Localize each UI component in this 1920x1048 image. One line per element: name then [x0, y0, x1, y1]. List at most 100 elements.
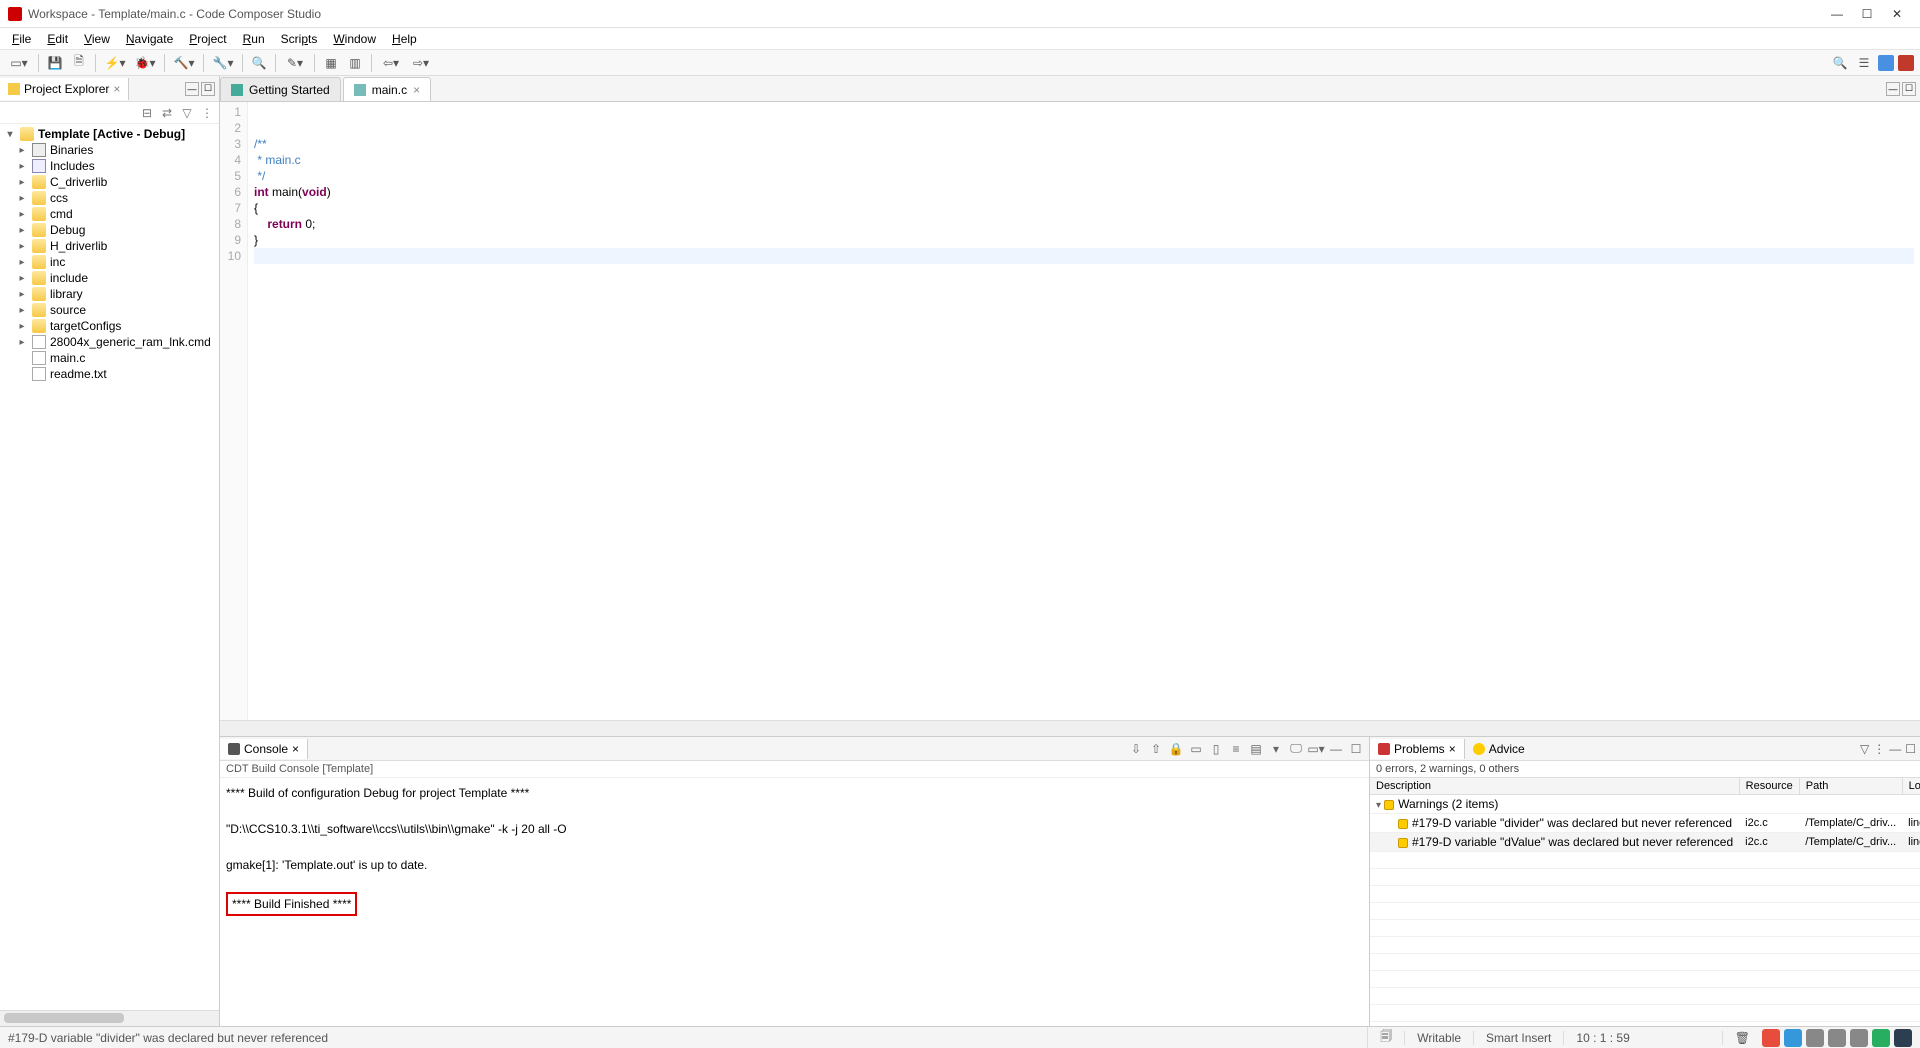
maximize-button[interactable]: ☐ — [1852, 3, 1882, 25]
tree-item[interactable]: ▸cmd — [0, 206, 219, 222]
save-button[interactable]: 💾 — [44, 52, 66, 74]
scroll-lock-icon[interactable]: ▯ — [1207, 740, 1225, 758]
chevron-right-icon[interactable]: ▸ — [16, 193, 28, 204]
ime-tool-icon[interactable] — [1850, 1029, 1868, 1047]
flash-button[interactable]: ⚡▾ — [101, 52, 129, 74]
menu-project[interactable]: Project — [181, 30, 234, 48]
ime-tool-icon[interactable] — [1894, 1029, 1912, 1047]
tools-button[interactable]: 🔧▾ — [209, 52, 237, 74]
ime-lang-icon[interactable] — [1784, 1029, 1802, 1047]
status-icon[interactable]: 🗐 — [1367, 1027, 1404, 1048]
pin-icon[interactable]: ⇩ — [1127, 740, 1145, 758]
display-icon[interactable]: 🖵 — [1287, 740, 1305, 758]
console-tab[interactable]: Console × — [220, 739, 308, 759]
code-content[interactable]: /** * main.c */int main(void){ return 0;… — [248, 102, 1920, 720]
clear-icon[interactable]: ▭ — [1187, 740, 1205, 758]
chevron-right-icon[interactable]: ▸ — [16, 337, 28, 348]
chevron-right-icon[interactable]: ▸ — [16, 209, 28, 220]
minimize-view-icon[interactable]: — — [185, 82, 199, 96]
close-icon[interactable]: × — [292, 742, 299, 756]
tree-item[interactable]: ▸readme.txt — [0, 366, 219, 382]
ime-tool-icon[interactable] — [1806, 1029, 1824, 1047]
ccs-debug-perspective-icon[interactable] — [1898, 55, 1914, 71]
tree-root[interactable]: ▾ Template [Active - Debug] — [0, 126, 219, 142]
open-perspective-icon[interactable]: ☰ — [1853, 52, 1875, 74]
maximize-view-icon[interactable]: ☐ — [201, 82, 215, 96]
menu-window[interactable]: Window — [325, 30, 384, 48]
chevron-right-icon[interactable]: ▸ — [16, 257, 28, 268]
explorer-hscroll[interactable] — [0, 1010, 219, 1026]
toggle2-button[interactable]: ▥ — [344, 52, 366, 74]
tab-main-c[interactable]: main.c × — [343, 77, 431, 101]
toggle1-button[interactable]: ▦ — [320, 52, 342, 74]
filter-icon[interactable]: ▽ — [179, 105, 195, 121]
minimize-view-icon[interactable]: — — [1889, 742, 1901, 756]
chevron-right-icon[interactable]: ▸ — [16, 225, 28, 236]
close-icon[interactable]: × — [113, 82, 120, 96]
close-icon[interactable]: × — [1449, 742, 1456, 756]
tree-item[interactable]: ▸ccs — [0, 190, 219, 206]
menu-edit[interactable]: Edit — [39, 30, 76, 48]
explorer-tab[interactable]: Project Explorer × — [0, 78, 129, 100]
chevron-down-icon[interactable]: ▾ — [4, 129, 16, 140]
debug-button[interactable]: 🐞▾ — [131, 52, 159, 74]
view-menu-icon[interactable]: ⋮ — [199, 105, 215, 121]
tree-item[interactable]: ▸28004x_generic_ram_lnk.cmd — [0, 334, 219, 350]
new-button[interactable]: ▭▾ — [5, 52, 33, 74]
tree-item[interactable]: ▸Debug — [0, 222, 219, 238]
ime-icon[interactable] — [1762, 1029, 1780, 1047]
tree-item[interactable]: ▸Binaries — [0, 142, 219, 158]
save-all-button[interactable]: 🗎 — [68, 52, 90, 74]
maximize-view-icon[interactable]: ☐ — [1347, 740, 1365, 758]
menu-navigate[interactable]: Navigate — [118, 30, 181, 48]
maximize-view-icon[interactable]: ☐ — [1905, 742, 1916, 756]
chevron-right-icon[interactable]: ▸ — [16, 273, 28, 284]
menu-file[interactable]: File — [4, 30, 39, 48]
chevron-right-icon[interactable]: ▸ — [16, 321, 28, 332]
col-resource[interactable]: Resource — [1739, 778, 1799, 795]
collapse-all-icon[interactable]: ⊟ — [139, 105, 155, 121]
problem-row[interactable]: #179-D variable "divider" was declared b… — [1370, 814, 1920, 833]
minimize-button[interactable]: — — [1822, 3, 1852, 25]
problems-tab[interactable]: Problems × — [1370, 739, 1465, 759]
tree-item[interactable]: ▸main.c — [0, 350, 219, 366]
tab-getting-started[interactable]: Getting Started — [220, 77, 341, 101]
minimize-editor-icon[interactable]: — — [1886, 82, 1900, 96]
quick-access-icon[interactable]: 🔍 — [1829, 52, 1851, 74]
tree-item[interactable]: ▸H_driverlib — [0, 238, 219, 254]
chevron-right-icon[interactable]: ▸ — [16, 305, 28, 316]
ime-tool-icon[interactable] — [1872, 1029, 1890, 1047]
col-location[interactable]: Location — [1902, 778, 1920, 795]
close-button[interactable]: ✕ — [1882, 3, 1912, 25]
maximize-editor-icon[interactable]: ☐ — [1902, 82, 1916, 96]
editor-body[interactable]: 1 2 3 4 5 6 7 8 9 10 /** * main.c */int … — [220, 102, 1920, 720]
new-console-icon[interactable]: ▭▾ — [1307, 740, 1325, 758]
menu-view[interactable]: View — [76, 30, 118, 48]
build-button[interactable]: 🔨▾ — [170, 52, 198, 74]
word-wrap-icon[interactable]: ≡ — [1227, 740, 1245, 758]
minimize-view-icon[interactable]: — — [1327, 740, 1345, 758]
chevron-right-icon[interactable]: ▸ — [16, 161, 28, 172]
up-icon[interactable]: ⇧ — [1147, 740, 1165, 758]
col-description[interactable]: Description — [1370, 778, 1739, 795]
open-console-icon[interactable]: ▾ — [1267, 740, 1285, 758]
chevron-right-icon[interactable]: ▸ — [16, 177, 28, 188]
trash-icon[interactable]: 🗑 — [1722, 1031, 1762, 1045]
view-menu-icon[interactable]: ⋮ — [1873, 742, 1885, 756]
tree-item[interactable]: ▸include — [0, 270, 219, 286]
show-console-icon[interactable]: ▤ — [1247, 740, 1265, 758]
problem-row[interactable]: #179-D variable "dValue" was declared bu… — [1370, 833, 1920, 852]
menu-run[interactable]: Run — [235, 30, 273, 48]
tree-item[interactable]: ▸C_driverlib — [0, 174, 219, 190]
menu-scripts[interactable]: Scripts — [273, 30, 326, 48]
warnings-group[interactable]: ▾ Warnings (2 items) — [1370, 795, 1920, 814]
filter-icon[interactable]: ▽ — [1860, 742, 1869, 756]
editor-hscroll[interactable] — [220, 720, 1920, 736]
menu-help[interactable]: Help — [384, 30, 425, 48]
col-path[interactable]: Path — [1799, 778, 1902, 795]
ccs-edit-perspective-icon[interactable] — [1878, 55, 1894, 71]
link-editor-icon[interactable]: ⇄ — [159, 105, 175, 121]
highlight-button[interactable]: ✎▾ — [281, 52, 309, 74]
advice-tab[interactable]: Advice — [1465, 739, 1533, 759]
forward-button[interactable]: ⇨▾ — [407, 52, 435, 74]
